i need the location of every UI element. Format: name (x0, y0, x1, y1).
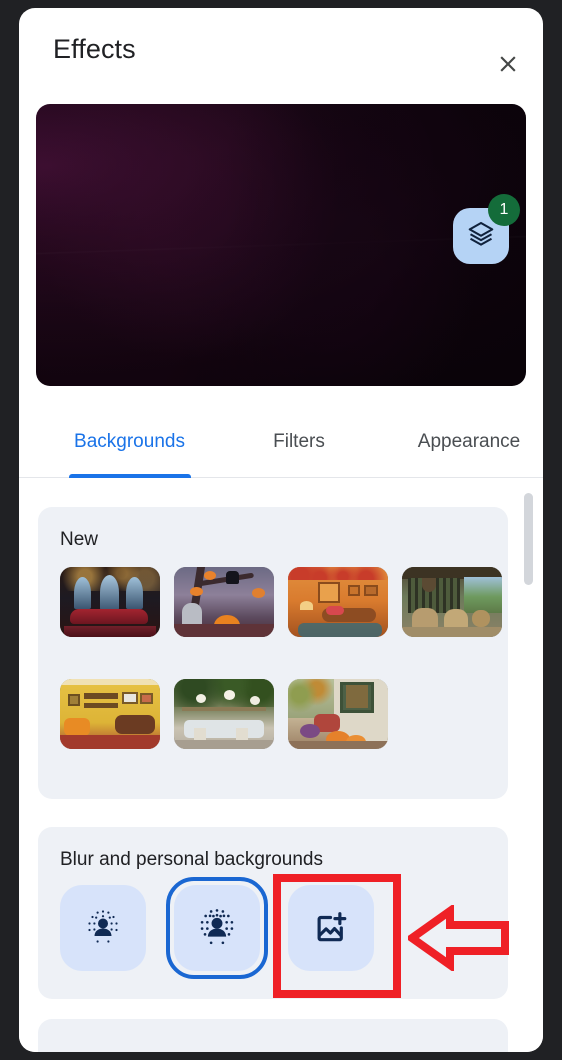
thumb-image (60, 679, 160, 749)
background-thumb-gothic-hall-red-sofa[interactable] (60, 567, 160, 637)
tab-filters-label: Filters (273, 431, 325, 452)
layers-icon (466, 219, 496, 254)
add-image-icon (312, 908, 350, 949)
background-thumb-yellow-retro-living-room[interactable] (60, 679, 160, 749)
section-blur-and-personal-backgrounds: Blur and personal backgrounds (38, 827, 508, 999)
close-button[interactable] (488, 44, 528, 84)
upload-background-button[interactable] (288, 885, 374, 971)
tab-appearance[interactable]: Appearance (379, 406, 543, 478)
section-partial-next (38, 1019, 508, 1052)
section-blur-title: Blur and personal backgrounds (60, 849, 324, 870)
effects-scroll-area[interactable]: New Blur and personal backgrounds (19, 479, 543, 1052)
background-thumb-warm-festive-living-room[interactable] (288, 567, 388, 637)
tab-filters[interactable]: Filters (224, 406, 374, 478)
dialog-header: Effects (19, 8, 543, 94)
thumb-image (288, 567, 388, 637)
background-thumb-garden-dining-table[interactable] (174, 679, 274, 749)
thumb-image (288, 679, 388, 749)
tab-active-indicator (68, 474, 191, 478)
section-new-title: New (60, 529, 99, 550)
thumb-image (60, 567, 160, 637)
section-new: New (38, 507, 508, 799)
thumb-image (402, 567, 502, 637)
scrollbar-thumb[interactable] (524, 493, 533, 585)
slight-blur-button[interactable] (60, 885, 146, 971)
background-thumb-autumn-porch-pumpkins[interactable] (288, 679, 388, 749)
close-icon (495, 51, 521, 77)
page-title: Effects (53, 34, 136, 64)
tab-appearance-label: Appearance (417, 431, 521, 452)
effects-dialog: Effects 1 Backgrounds Filters Appearance… (19, 8, 543, 1052)
layers-count-badge: 1 (488, 194, 520, 226)
tab-backgrounds-label: Backgrounds (74, 431, 185, 452)
person-slight-blur-icon (83, 907, 123, 950)
thumb-image (174, 567, 274, 637)
person-blur-icon (196, 906, 238, 951)
background-thumb-halloween-graveyard-cat[interactable] (174, 567, 274, 637)
tab-backgrounds[interactable]: Backgrounds (42, 406, 217, 478)
thumb-image (174, 679, 274, 749)
blur-button[interactable] (174, 885, 260, 971)
background-thumb-rattan-veranda[interactable] (402, 567, 502, 637)
effects-tabs: Backgrounds Filters Appearance (19, 406, 543, 478)
